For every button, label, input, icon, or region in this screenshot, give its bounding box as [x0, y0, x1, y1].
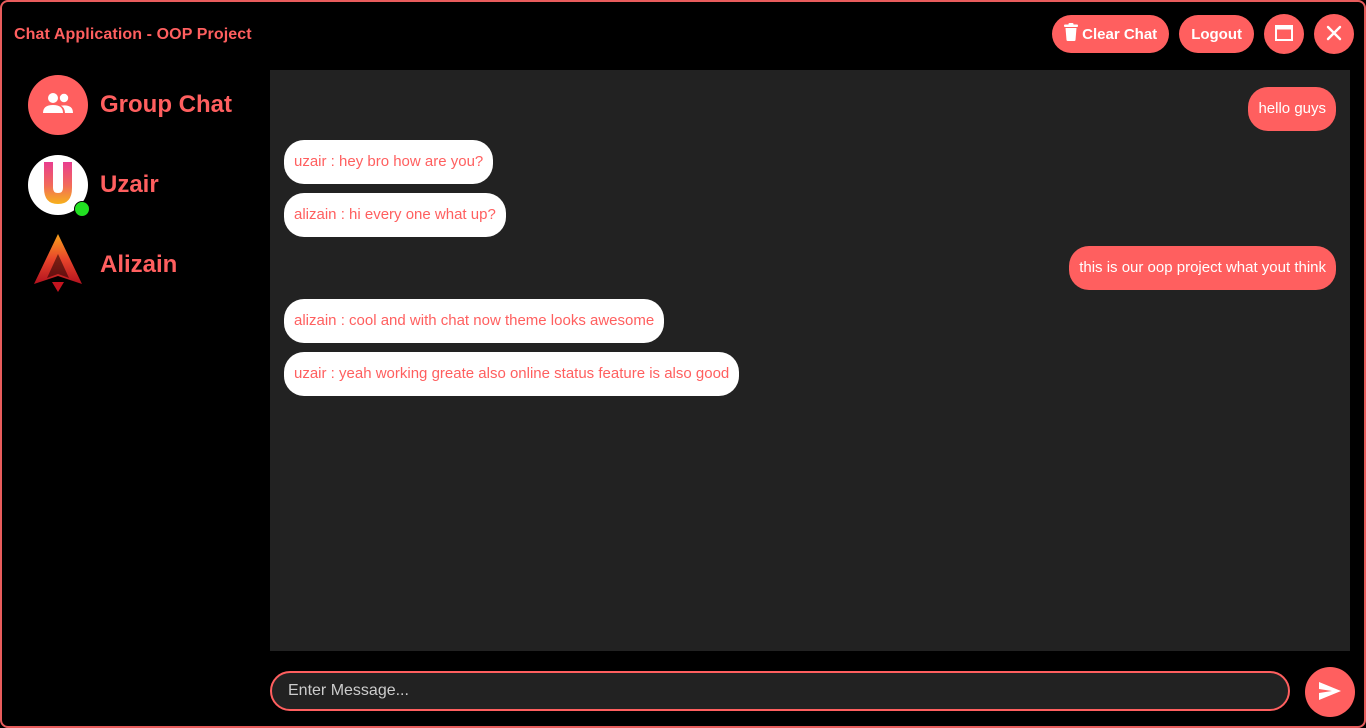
message-bubble-received: uzair : yeah working greate also online …: [284, 352, 740, 396]
close-button[interactable]: [1314, 14, 1354, 54]
contacts-sidebar: Group Chat Uzair Alizain: [28, 72, 258, 312]
send-button[interactable]: [1305, 667, 1355, 717]
message-bubble-sent: this is our oop project what yout think: [1069, 246, 1336, 290]
message-bubble-received: alizain : hi every one what up?: [284, 193, 506, 237]
send-icon: [1318, 681, 1342, 704]
chat-messages-panel[interactable]: hello guys uzair : hey bro how are you? …: [270, 70, 1350, 651]
trash-icon: [1064, 23, 1079, 45]
clear-chat-label: Clear Chat: [1082, 25, 1158, 43]
maximize-icon: [1275, 24, 1293, 44]
message-input[interactable]: [272, 673, 1288, 709]
message-row: uzair : yeah working greate also online …: [284, 352, 1336, 396]
sidebar-item-label: Uzair: [100, 171, 159, 198]
avatar: [28, 233, 88, 295]
avatar: [28, 155, 90, 217]
sidebar-item-label: Group Chat: [100, 91, 232, 118]
message-bubble-received: alizain : cool and with chat now theme l…: [284, 299, 665, 343]
logout-button[interactable]: Logout: [1179, 15, 1254, 53]
group-icon: [42, 92, 74, 119]
message-row: alizain : cool and with chat now theme l…: [284, 299, 1336, 343]
triangle-logo-avatar-icon: [32, 232, 84, 299]
sidebar-item-group-chat[interactable]: Group Chat: [28, 72, 258, 138]
sidebar-item-alizain[interactable]: Alizain: [28, 232, 258, 298]
message-row: hello guys: [284, 87, 1336, 131]
message-row: alizain : hi every one what up?: [284, 193, 1336, 237]
online-status-dot: [74, 201, 90, 217]
message-row: uzair : hey bro how are you?: [284, 140, 1336, 184]
letter-u-avatar-icon: [40, 160, 76, 211]
clear-chat-button[interactable]: Clear Chat: [1052, 15, 1170, 53]
sidebar-item-uzair[interactable]: Uzair: [28, 152, 258, 218]
window-title: Chat Application - OOP Project: [14, 26, 252, 43]
maximize-button[interactable]: [1264, 14, 1304, 54]
message-input-wrapper: [270, 671, 1290, 711]
message-bubble-received: uzair : hey bro how are you?: [284, 140, 494, 184]
toolbar: Clear Chat Logout: [1052, 14, 1354, 54]
sidebar-item-label: Alizain: [100, 251, 178, 278]
group-avatar: [28, 75, 88, 135]
message-row: this is our oop project what yout think: [284, 246, 1336, 290]
app-window: Chat Application - OOP Project Clear Cha…: [0, 0, 1366, 728]
message-bubble-sent: hello guys: [1248, 87, 1336, 131]
close-icon: [1326, 25, 1342, 44]
